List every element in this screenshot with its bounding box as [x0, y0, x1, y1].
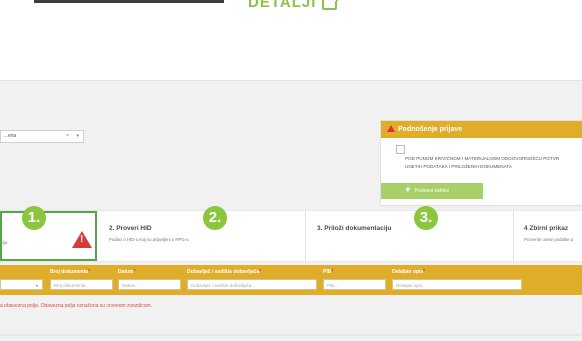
submission-title: Podnošenje prijave [398, 126, 463, 133]
step-1-desc: cija [1, 240, 8, 245]
step-3-title: 3. Priloži dokumentaciju [317, 225, 392, 232]
required-mark: * [259, 269, 262, 275]
steps-row: cija 2. Proveri HID Podaci o HID-u koji … [0, 210, 582, 262]
details-link[interactable]: DETALJI [248, 0, 339, 11]
broj-label-text: Broj dokumenta [50, 269, 89, 275]
submit-button-label: Podnesi zahtev [414, 188, 450, 194]
step-3-badge: 3. [414, 206, 438, 230]
opis-input[interactable]: Detaljan opis... [392, 279, 522, 290]
required-mark: * [133, 269, 136, 275]
step-1-badge: 1. [22, 206, 46, 230]
clear-icon[interactable]: × [66, 131, 69, 142]
upload-icon: 🠉 [405, 187, 411, 194]
document-type-select[interactable]: …ena × ▾ [0, 130, 84, 143]
datum-input[interactable]: Datum... [118, 279, 181, 290]
step-2-title: 2. Proveri HID [109, 225, 152, 232]
required-mark: * [88, 269, 91, 275]
details-label[interactable]: DETALJI [248, 0, 316, 11]
divider [0, 334, 582, 336]
filter-bar: ▾ Broj dokumenta* Broj dokumenta... Datu… [0, 265, 582, 295]
required-mark: * [331, 269, 334, 275]
confirm-checkbox[interactable] [396, 145, 405, 154]
broj-label: Broj dokumenta* [50, 269, 90, 275]
opis-label-text: Detaljan opis [392, 269, 424, 275]
dobavljac-label: Dobavljač i sedište dobavljača* [187, 269, 261, 275]
datum-label-text: Datum [118, 269, 134, 275]
step-2-badge: 2. [203, 206, 227, 230]
step-4[interactable]: 4 Zbirni prikaz Proverite unete podatke … [518, 211, 582, 261]
opis-label: Detaljan opis* [392, 269, 425, 275]
warning-icon [72, 231, 92, 248]
step-1[interactable]: cija [0, 211, 97, 261]
confirm-statement-line1: POD PUNOM KRIVIČNOM I MATERIJALNOM ODGOV… [405, 156, 560, 161]
warning-icon [387, 125, 395, 132]
required-mark: * [423, 269, 426, 275]
top-card: DETALJI [0, 0, 582, 81]
dobavljac-input[interactable]: Dobavljač i sedište dobavljača... [187, 279, 317, 290]
submit-request-button[interactable]: 🠉 Podnesi zahtev [381, 183, 483, 199]
step-4-desc: Proverite unete podatke p [524, 237, 574, 242]
step-2-desc: Podaci o HID-u koji su prijavljeni u RPG… [109, 237, 189, 242]
broj-dokumenta-input[interactable]: Broj dokumenta... [50, 279, 113, 290]
image-strip [34, 0, 224, 3]
chevron-down-icon[interactable]: ▾ [36, 280, 38, 291]
datum-label: Datum* [118, 269, 136, 275]
submission-panel: Podnošenje prijave POD PUNOM KRIVIČNOM I… [380, 120, 582, 206]
submission-header: Podnošenje prijave [381, 121, 582, 138]
step-divider [305, 211, 306, 261]
external-link-icon [322, 0, 339, 10]
step-divider [513, 211, 514, 261]
step-3[interactable]: 3. Priloži dokumentaciju [311, 211, 511, 261]
confirm-statement-line2: UNETIH PODATAKA I PRILOŽENIH DOKUMENATA [405, 164, 512, 169]
required-fields-note: a obavezna polja. Obavezna polja označen… [0, 303, 153, 309]
chevron-down-icon[interactable]: ▾ [76, 131, 79, 142]
type-select[interactable]: ▾ [0, 279, 43, 290]
dobavljac-label-text: Dobavljač i sedište dobavljača [187, 269, 260, 275]
pib-input[interactable]: PIB... [323, 279, 386, 290]
document-type-value: …ena [3, 133, 17, 139]
confirm-statement: POD PUNOM KRIVIČNOM I MATERIJALNOM ODGOV… [405, 155, 582, 171]
pib-label: PIB* [323, 269, 333, 275]
step-4-title: 4 Zbirni prikaz [524, 225, 569, 232]
